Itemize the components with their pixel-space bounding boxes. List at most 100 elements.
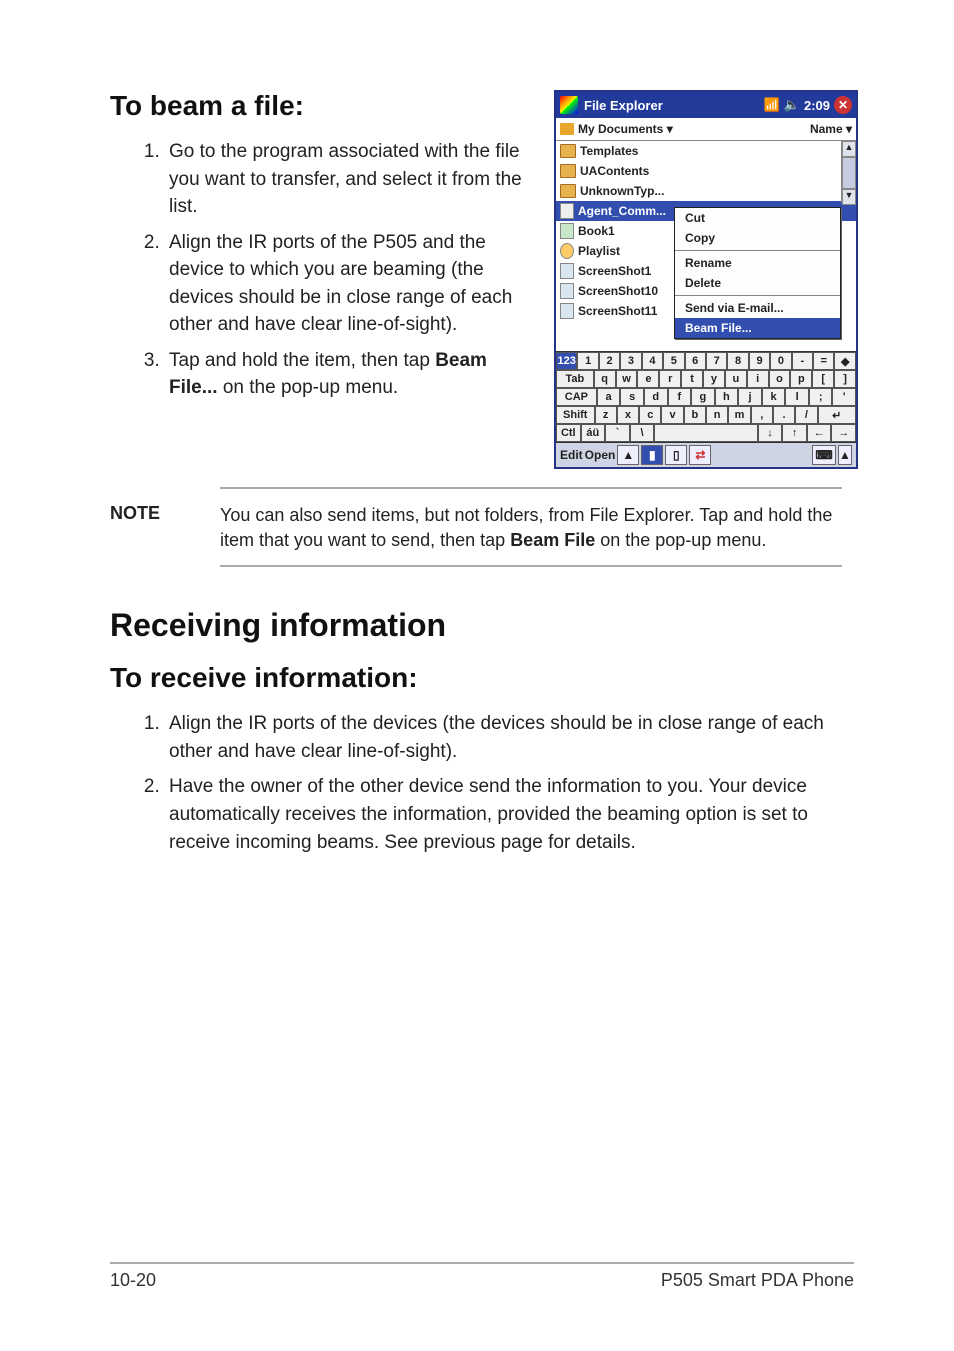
key-accents[interactable]: áü	[581, 424, 606, 442]
menu-copy[interactable]: Copy	[675, 228, 840, 248]
key-space[interactable]	[654, 424, 758, 442]
key[interactable]: .	[773, 406, 795, 424]
menu-open[interactable]: Open	[585, 448, 616, 462]
key-down[interactable]: ↓	[758, 424, 783, 442]
breadcrumb-folder[interactable]: My Documents ▾	[578, 122, 673, 136]
key[interactable]: 4	[642, 352, 663, 370]
scroll-down-icon[interactable]: ▼	[842, 189, 856, 205]
key[interactable]: d	[644, 388, 668, 406]
key[interactable]: y	[703, 370, 725, 388]
key[interactable]: x	[617, 406, 639, 424]
scroll-thumb[interactable]	[842, 157, 856, 189]
image-icon	[560, 303, 574, 319]
key[interactable]: '	[832, 388, 856, 406]
key[interactable]: h	[715, 388, 739, 406]
folder-row[interactable]: Templates	[556, 141, 856, 161]
key[interactable]: p	[790, 370, 812, 388]
tool-icon[interactable]: ▯	[665, 445, 687, 465]
keyboard-toggle-icon[interactable]: ⌨	[812, 445, 836, 465]
key[interactable]: b	[684, 406, 706, 424]
key[interactable]: i	[747, 370, 769, 388]
key-backspace[interactable]: ◆	[834, 352, 855, 370]
key[interactable]: a	[597, 388, 621, 406]
key[interactable]: j	[738, 388, 762, 406]
kbd-row-2: Tab q w e r t y u i o p [ ]	[556, 370, 856, 388]
key[interactable]: l	[785, 388, 809, 406]
key[interactable]: 7	[706, 352, 727, 370]
menu-send-email[interactable]: Send via E-mail...	[675, 298, 840, 318]
key[interactable]: =	[813, 352, 834, 370]
key[interactable]: 9	[749, 352, 770, 370]
screenshot-column: File Explorer 📶 🔈 2:09 ✕ My Documents ▾ …	[554, 90, 854, 469]
folder-icon	[560, 123, 574, 135]
scroll-up-icon[interactable]: ▲	[842, 141, 856, 157]
key-tab[interactable]: Tab	[556, 370, 594, 388]
menu-rename[interactable]: Rename	[675, 253, 840, 273]
key[interactable]: v	[661, 406, 683, 424]
key[interactable]: 2	[599, 352, 620, 370]
key[interactable]: r	[659, 370, 681, 388]
key[interactable]: g	[691, 388, 715, 406]
key[interactable]: z	[595, 406, 617, 424]
key[interactable]: ]	[834, 370, 856, 388]
key-shift[interactable]: Shift	[556, 406, 595, 424]
receive-steps-list: Align the IR ports of the devices (the d…	[110, 710, 854, 856]
file-name: Playlist	[578, 244, 620, 258]
key-123[interactable]: 123	[556, 352, 577, 370]
key[interactable]: 8	[727, 352, 748, 370]
key-caps[interactable]: CAP	[556, 388, 597, 406]
key[interactable]: f	[668, 388, 692, 406]
folder-row[interactable]: UAContents	[556, 161, 856, 181]
up-arrow-icon[interactable]: ▲	[617, 445, 639, 465]
key[interactable]: o	[769, 370, 791, 388]
breadcrumb-folder-label: My Documents	[578, 122, 663, 136]
key-right[interactable]: →	[831, 424, 856, 442]
close-button[interactable]: ✕	[834, 96, 852, 114]
key[interactable]: w	[616, 370, 638, 388]
sort-dropdown[interactable]: Name ▾	[810, 122, 852, 136]
key[interactable]: -	[792, 352, 813, 370]
network-icon[interactable]: ⇄	[689, 445, 711, 465]
key[interactable]: \	[630, 424, 655, 442]
menu-edit[interactable]: Edit	[560, 448, 583, 462]
receiving-title: Receiving information	[110, 607, 854, 644]
key-left[interactable]: ←	[807, 424, 832, 442]
folder-row[interactable]: UnknownTyp...	[556, 181, 856, 201]
key[interactable]: e	[637, 370, 659, 388]
key[interactable]: 0	[770, 352, 791, 370]
key-enter[interactable]: ↵	[818, 406, 857, 424]
tool-icon[interactable]: ▮	[641, 445, 663, 465]
key[interactable]: `	[605, 424, 630, 442]
status-icons: 📶 🔈 2:09 ✕	[764, 96, 852, 114]
menu-beam-file[interactable]: Beam File...	[675, 318, 840, 338]
app-title: File Explorer	[584, 98, 758, 113]
key[interactable]: n	[706, 406, 728, 424]
key[interactable]: u	[725, 370, 747, 388]
titlebar: File Explorer 📶 🔈 2:09 ✕	[556, 92, 856, 118]
key[interactable]: /	[795, 406, 817, 424]
key[interactable]: 6	[685, 352, 706, 370]
file-name: Agent_Comm...	[578, 204, 666, 218]
sip-arrow-icon[interactable]: ▲	[838, 445, 852, 465]
key[interactable]: 1	[577, 352, 598, 370]
kbd-row-3: CAP a s d f g h j k l ; '	[556, 388, 856, 406]
key[interactable]: 3	[620, 352, 641, 370]
key-up[interactable]: ↑	[782, 424, 807, 442]
key[interactable]: c	[639, 406, 661, 424]
key[interactable]: t	[681, 370, 703, 388]
key-ctl[interactable]: Ctl	[556, 424, 581, 442]
note-rule-top	[220, 487, 842, 489]
menu-cut[interactable]: Cut	[675, 208, 840, 228]
key[interactable]: q	[594, 370, 616, 388]
key[interactable]: ;	[809, 388, 833, 406]
key[interactable]: ,	[751, 406, 773, 424]
key[interactable]: s	[620, 388, 644, 406]
menu-delete[interactable]: Delete	[675, 273, 840, 293]
start-icon[interactable]	[560, 96, 578, 114]
key[interactable]: m	[728, 406, 750, 424]
key[interactable]: 5	[663, 352, 684, 370]
scrollbar[interactable]: ▲ ▼	[841, 141, 856, 203]
page-number: 10-20	[110, 1270, 156, 1291]
key[interactable]: [	[812, 370, 834, 388]
key[interactable]: k	[762, 388, 786, 406]
